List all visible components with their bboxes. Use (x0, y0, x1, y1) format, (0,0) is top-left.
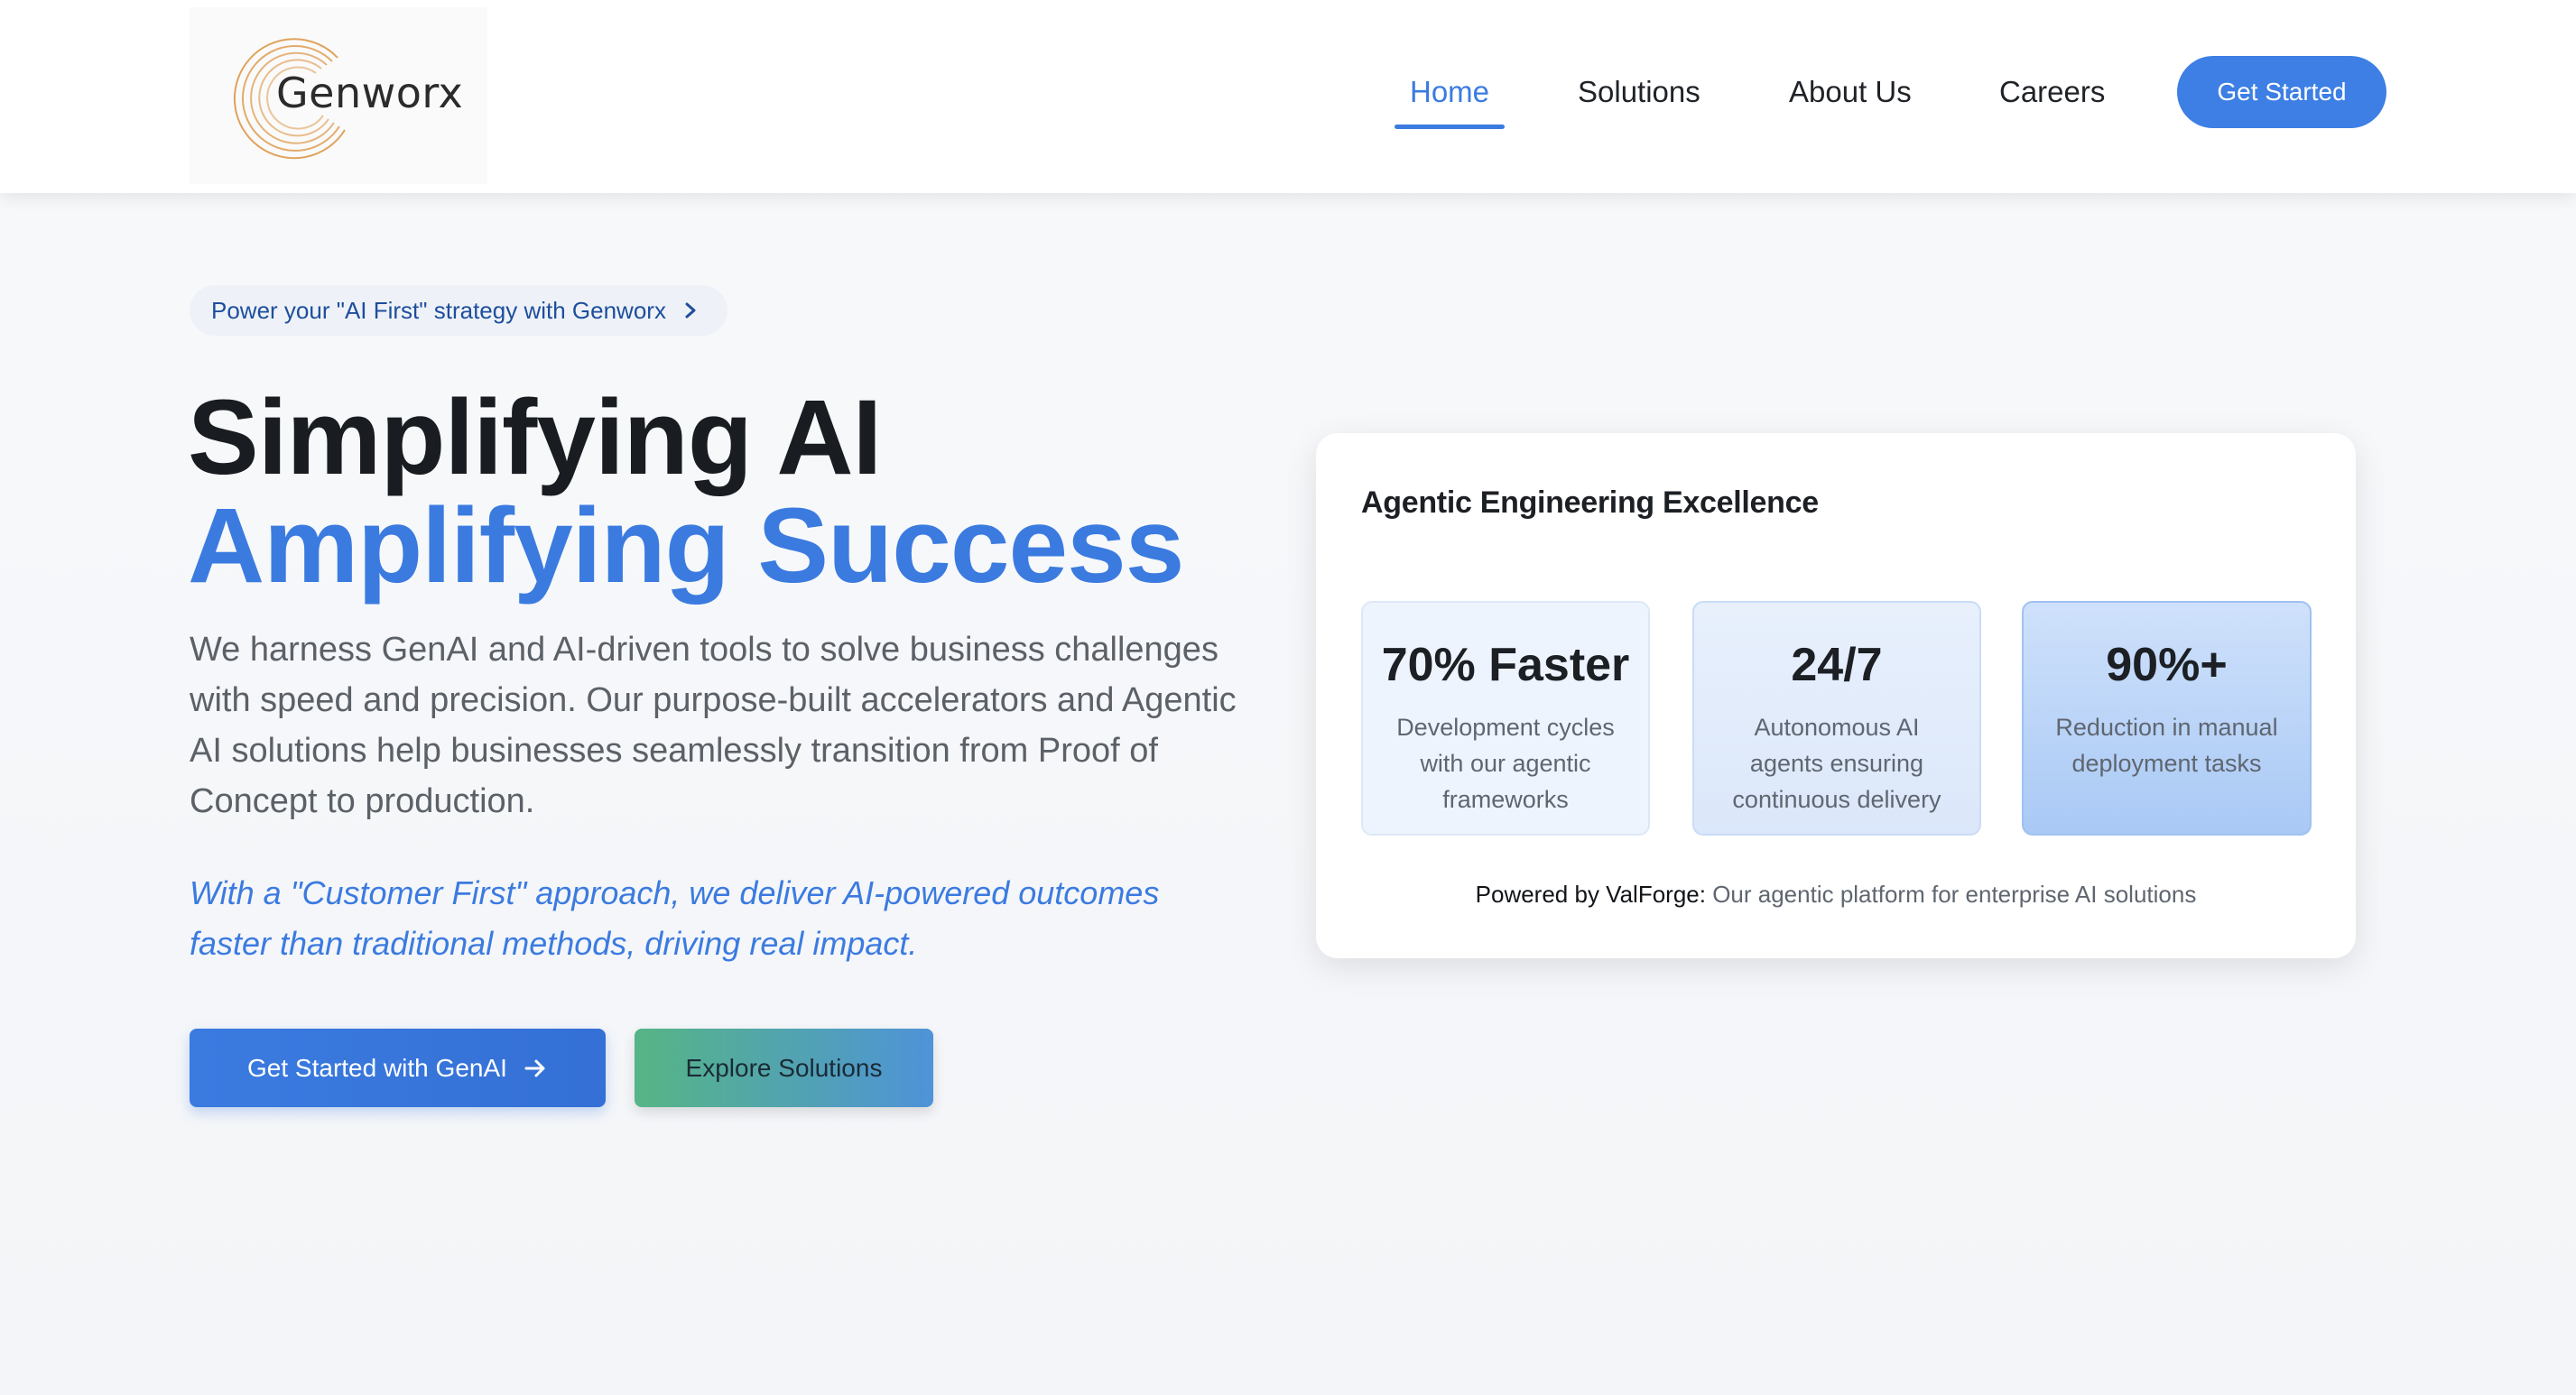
stat-tile: 70% Faster Development cycles with our a… (1361, 601, 1650, 836)
stat-label: Reduction in manual deployment tasks (2055, 714, 2278, 777)
stat-tile: 90%+ Reduction in manual deployment task… (2022, 601, 2312, 836)
powered-by-note: Powered by ValForge: Our agentic platfor… (1316, 881, 2356, 909)
hero-title-line-2: Amplifying Success (188, 486, 1184, 605)
nav-item-solutions[interactable]: Solutions (1578, 65, 1700, 119)
arrow-right-icon (524, 1059, 545, 1077)
primary-button-label: Get Started with GenAI (247, 1053, 507, 1082)
announcement-text: Power your "AI First" strategy with Genw… (211, 296, 666, 324)
site-header: Genworx Home Solutions About Us Careers … (0, 0, 2576, 193)
landing-page: Genworx Home Solutions About Us Careers … (0, 0, 2576, 1395)
hero-title-line-1: Simplifying AI (188, 378, 882, 497)
get-started-with-genai-button[interactable]: Get Started with GenAI (190, 1029, 606, 1107)
card-title: Agentic Engineering Excellence (1361, 485, 1819, 520)
powered-by-label: Powered by ValForge: (1475, 881, 1706, 908)
nav-item-about-us[interactable]: About Us (1789, 65, 1912, 119)
logo[interactable]: Genworx (190, 7, 487, 184)
stat-tile: 24/7 Autonomous AI agents ensuring conti… (1692, 601, 1981, 836)
stat-label: Development cycles with our agentic fram… (1396, 714, 1615, 813)
hero-description: We harness GenAI and AI-driven tools to … (190, 631, 1237, 820)
stat-value: 90%+ (2106, 639, 2228, 691)
explore-solutions-button[interactable]: Explore Solutions (635, 1029, 933, 1107)
nav-item-careers[interactable]: Careers (1999, 65, 2105, 119)
stat-label: Autonomous AI agents ensuring continuous… (1732, 714, 1941, 813)
chevron-right-icon (685, 302, 696, 319)
stat-value: 70% Faster (1381, 639, 1630, 691)
logo-text: Genworx (276, 69, 464, 117)
nav-item-home[interactable]: Home (1410, 65, 1489, 119)
get-started-button[interactable]: Get Started (2177, 56, 2386, 128)
hero-quote: With a "Customer First" approach, we del… (190, 874, 1160, 962)
stat-value: 24/7 (1791, 639, 1883, 691)
engineering-excellence-card: Agentic Engineering Excellence 70% Faste… (1316, 433, 2356, 958)
active-nav-indicator (1395, 125, 1505, 129)
announcement-pill[interactable]: Power your "AI First" strategy with Genw… (190, 285, 727, 336)
powered-by-text: Our agentic platform for enterprise AI s… (1705, 881, 2197, 908)
